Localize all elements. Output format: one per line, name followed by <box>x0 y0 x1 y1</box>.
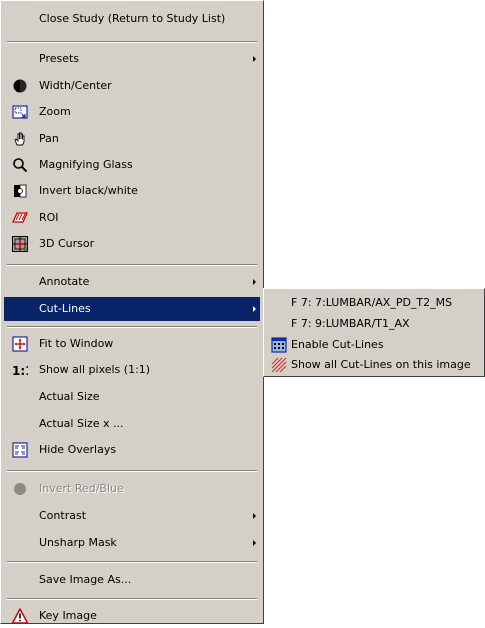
svg-text:1:1: 1:1 <box>12 364 28 378</box>
menu-item-width-center[interactable]: Width/Center <box>4 74 260 98</box>
invert-red-blue-label: Invert Red/Blue <box>39 482 124 495</box>
annotate-label: Annotate <box>39 275 90 288</box>
menu-separator <box>7 326 257 328</box>
presets-label: Presets <box>39 52 80 65</box>
menu-item-roi[interactable]: ROI <box>4 206 260 230</box>
overlay-icon <box>12 442 28 458</box>
submenu-arrow-icon <box>253 306 256 312</box>
submenu-item-series-1[interactable]: F 7: 7:LUMBAR/AX_PD_T2_MS <box>267 292 481 314</box>
actual-size-label: Actual Size <box>39 390 100 403</box>
width-center-label: Width/Center <box>39 79 112 92</box>
save-image-as-label: Save Image As... <box>39 573 132 586</box>
magnifying-glass-label: Magnifying Glass <box>39 158 133 171</box>
menu-item-invert-red-blue[interactable]: Invert Red/Blue <box>4 477 260 501</box>
context-menu: Close Study (Return to Study List) Prese… <box>0 0 264 624</box>
menu-item-invert-black-white[interactable]: Invert black/white <box>4 179 260 203</box>
3d-cursor-icon: 3D <box>12 236 28 252</box>
submenu-item-series-2[interactable]: F 7: 9:LUMBAR/T1_AX <box>267 313 481 335</box>
menu-item-close-study[interactable]: Close Study (Return to Study List) <box>4 7 260 31</box>
pan-label: Pan <box>39 132 59 145</box>
show-all-cut-lines-label: Show all Cut-Lines on this image <box>291 358 471 371</box>
warning-triangle-icon <box>12 608 28 624</box>
show-all-pixels-label: Show all pixels (1:1) <box>39 363 151 376</box>
invert-black-white-label: Invert black/white <box>39 184 138 197</box>
menu-item-show-all-pixels[interactable]: 1:1 Show all pixels (1:1) <box>4 358 260 382</box>
submenu-arrow-icon <box>253 540 256 546</box>
magnifier-icon <box>13 158 28 173</box>
submenu-arrow-icon <box>253 56 256 62</box>
hide-overlays-label: Hide Overlays <box>39 443 117 456</box>
unsharp-mask-label: Unsharp Mask <box>39 536 117 549</box>
hand-icon <box>14 132 25 146</box>
submenu-arrow-icon <box>253 279 256 285</box>
contrast-label: Contrast <box>39 509 87 522</box>
menu-separator <box>7 41 257 43</box>
series-2-label: F 7: 9:LUMBAR/T1_AX <box>291 317 410 330</box>
menu-item-pan[interactable]: Pan <box>4 127 260 151</box>
submenu-item-enable-cut-lines[interactable]: Enable Cut-Lines <box>267 334 481 356</box>
menu-item-key-image[interactable]: Key Image <box>4 604 260 628</box>
menu-separator <box>7 470 257 472</box>
menu-separator <box>7 598 257 600</box>
invert-square-icon <box>14 184 27 198</box>
enable-cut-lines-label: Enable Cut-Lines <box>291 338 384 351</box>
grid-icon <box>271 337 287 353</box>
one-to-one-icon: 1:1 <box>12 364 28 378</box>
menu-item-cut-lines[interactable]: Cut-Lines <box>4 297 260 321</box>
menu-item-zoom[interactable]: Zoom <box>4 100 260 124</box>
roi-icon <box>12 212 28 223</box>
submenu-item-show-all-cut-lines[interactable]: Show all Cut-Lines on this image <box>267 354 481 376</box>
menu-item-3d-cursor[interactable]: 3D 3D Cursor <box>4 232 260 256</box>
series-1-label: F 7: 7:LUMBAR/AX_PD_T2_MS <box>291 296 453 309</box>
menu-item-actual-size-x[interactable]: Actual Size x ... <box>4 412 260 436</box>
menu-item-annotate[interactable]: Annotate <box>4 270 260 294</box>
menu-item-contrast[interactable]: Contrast <box>4 504 260 528</box>
menu-item-magnifying-glass[interactable]: Magnifying Glass <box>4 153 260 177</box>
menu-item-unsharp-mask[interactable]: Unsharp Mask <box>4 531 260 555</box>
fit-to-window-label: Fit to Window <box>39 337 114 350</box>
menu-separator <box>7 264 257 266</box>
submenu-arrow-icon <box>253 513 256 519</box>
roi-label: ROI <box>39 211 59 224</box>
3d-cursor-label: 3D Cursor <box>39 237 95 250</box>
zoom-frame-icon <box>12 105 28 119</box>
hatched-lines-icon <box>271 357 287 373</box>
fit-window-icon <box>12 336 28 352</box>
svg-text:3D: 3D <box>23 247 28 252</box>
menu-separator <box>7 561 257 563</box>
menu-item-actual-size[interactable]: Actual Size <box>4 385 260 409</box>
grey-circle-icon <box>14 483 26 495</box>
key-image-label: Key Image <box>39 609 97 622</box>
actual-size-x-label: Actual Size x ... <box>39 417 124 430</box>
menu-item-hide-overlays[interactable]: Hide Overlays <box>4 438 260 462</box>
half-filled-circle-icon <box>13 79 27 93</box>
close-study-label: Close Study (Return to Study List) <box>39 12 226 25</box>
cut-lines-label: Cut-Lines <box>39 302 91 315</box>
cut-lines-submenu: F 7: 7:LUMBAR/AX_PD_T2_MS F 7: 9:LUMBAR/… <box>263 288 485 377</box>
zoom-label: Zoom <box>39 105 71 118</box>
menu-item-save-image-as[interactable]: Save Image As... <box>4 568 260 592</box>
menu-item-fit-to-window[interactable]: Fit to Window <box>4 332 260 356</box>
menu-item-presets[interactable]: Presets <box>4 47 260 71</box>
